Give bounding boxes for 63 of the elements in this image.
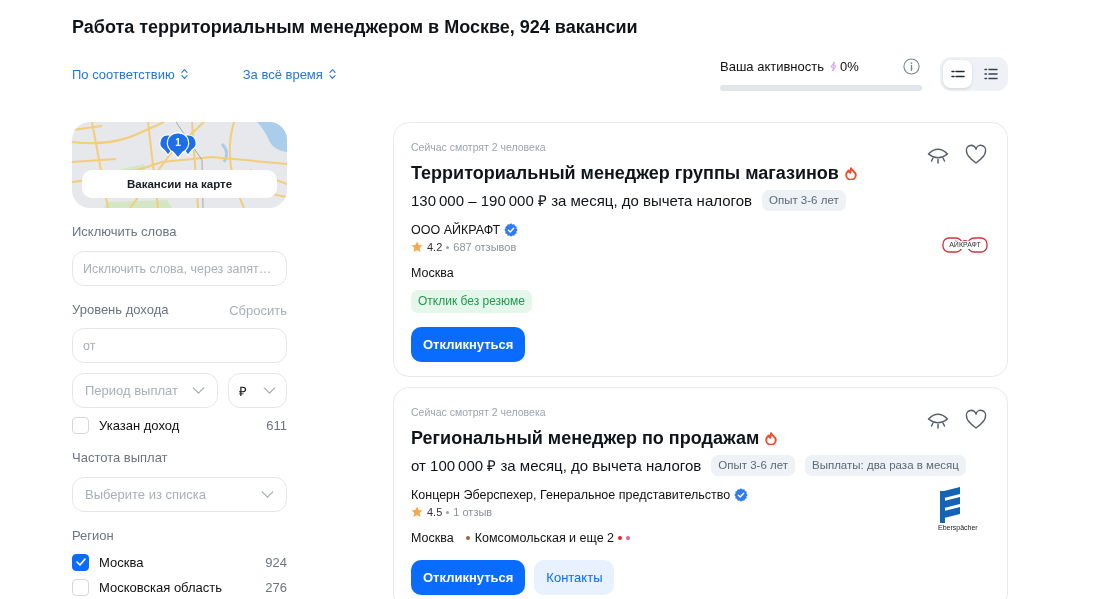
separator-dot-icon <box>446 510 450 514</box>
checkbox-label: Москва <box>99 554 144 570</box>
heart-icon[interactable] <box>964 143 988 167</box>
info-tag: Выплаты: два раза в месяц <box>805 454 966 476</box>
star-icon <box>411 241 423 253</box>
rating-value: 4.5 <box>427 506 443 518</box>
option-count: 276 <box>265 579 287 595</box>
apply-button[interactable]: Откликнуться <box>411 560 526 595</box>
vacancy-title[interactable]: Региональный менеджер по продажам <box>411 426 760 450</box>
map-button[interactable]: Вакансии на карте <box>82 170 277 198</box>
lightning-icon <box>830 60 837 72</box>
filter-label: Уровень дохода <box>72 302 169 318</box>
checkbox-label: Московская область <box>99 579 223 595</box>
check-icon <box>75 558 86 566</box>
chevron-down-icon <box>261 491 274 498</box>
checkbox-label: Указан доход <box>99 417 180 433</box>
feature-tag: Отклик без резюме <box>411 290 532 313</box>
activity-value: 0% <box>840 58 859 74</box>
option-count: 924 <box>265 554 287 570</box>
up-down-chevron-icon <box>179 68 189 80</box>
view-mode-button[interactable] <box>943 60 972 88</box>
contacts-button[interactable]: Контакты <box>534 560 615 595</box>
chevron-down-icon <box>192 387 205 394</box>
activity-label: Ваша активность <box>720 58 824 74</box>
map-pin-icon[interactable] <box>157 132 199 160</box>
company-logo <box>942 236 988 254</box>
compact-list-icon <box>950 69 965 79</box>
metro-station-text: Комсомольская и еще 2 <box>474 531 615 545</box>
info-tag: Опыт 3-6 лет <box>711 454 795 476</box>
filter-label: Частота выплат <box>72 450 169 466</box>
pin-count: 1 <box>174 136 182 150</box>
heart-icon[interactable] <box>964 408 988 432</box>
viewers-note: Сейчас смотрят 2 человека <box>411 140 547 154</box>
up-down-chevron-icon <box>327 68 337 80</box>
income-from-field[interactable]: от <box>72 328 287 363</box>
apply-button[interactable]: Откликнуться <box>411 327 526 362</box>
salary-text: от 100 000 ₽ за месяц, до вычета налогов <box>411 456 702 475</box>
sort-dropdown[interactable]: За всё время <box>242 66 337 82</box>
filter-label: Регион <box>72 528 115 544</box>
option-count: 611 <box>266 417 287 433</box>
chevron-down-icon <box>263 387 276 394</box>
company-logo <box>938 487 962 523</box>
exclude-words-field[interactable]: Исключить слова, через запят… <box>72 251 287 286</box>
detailed-list-icon <box>983 68 998 80</box>
salary-text: 130 000 – 190 000 ₽ за месяц, до вычета налогов <box>411 191 752 210</box>
info-tag: Опыт 3-6 лет <box>761 189 846 211</box>
page-title: Работа территориальным менеджером в Москве, 924 вакансии <box>72 16 639 39</box>
viewers-note: Сейчас смотрят 2 человека <box>411 405 547 419</box>
reviews-link[interactable]: 687 отзывов <box>453 241 517 253</box>
city-text: Москва <box>411 266 454 280</box>
info-icon[interactable] <box>903 57 920 75</box>
rating-value: 4.2 <box>427 241 443 253</box>
vacancy-title[interactable]: Территориальный менеджер группы магазинов <box>411 161 839 185</box>
reviews-link[interactable]: 1 отзыв <box>453 506 493 518</box>
company-name[interactable]: ООО АЙКРАФТ <box>411 223 501 237</box>
currency-select[interactable]: ₽ <box>228 373 287 408</box>
filter-label: Исключить слова <box>72 224 178 240</box>
city-text: Москва <box>411 531 454 545</box>
checkbox[interactable] <box>72 553 89 571</box>
sort-dropdown[interactable]: По соответствию <box>72 66 189 82</box>
company-name[interactable]: Концерн Эберспехер, Генеральное представительство <box>411 488 731 502</box>
star-icon <box>411 506 423 518</box>
separator-dot-icon <box>446 245 450 249</box>
